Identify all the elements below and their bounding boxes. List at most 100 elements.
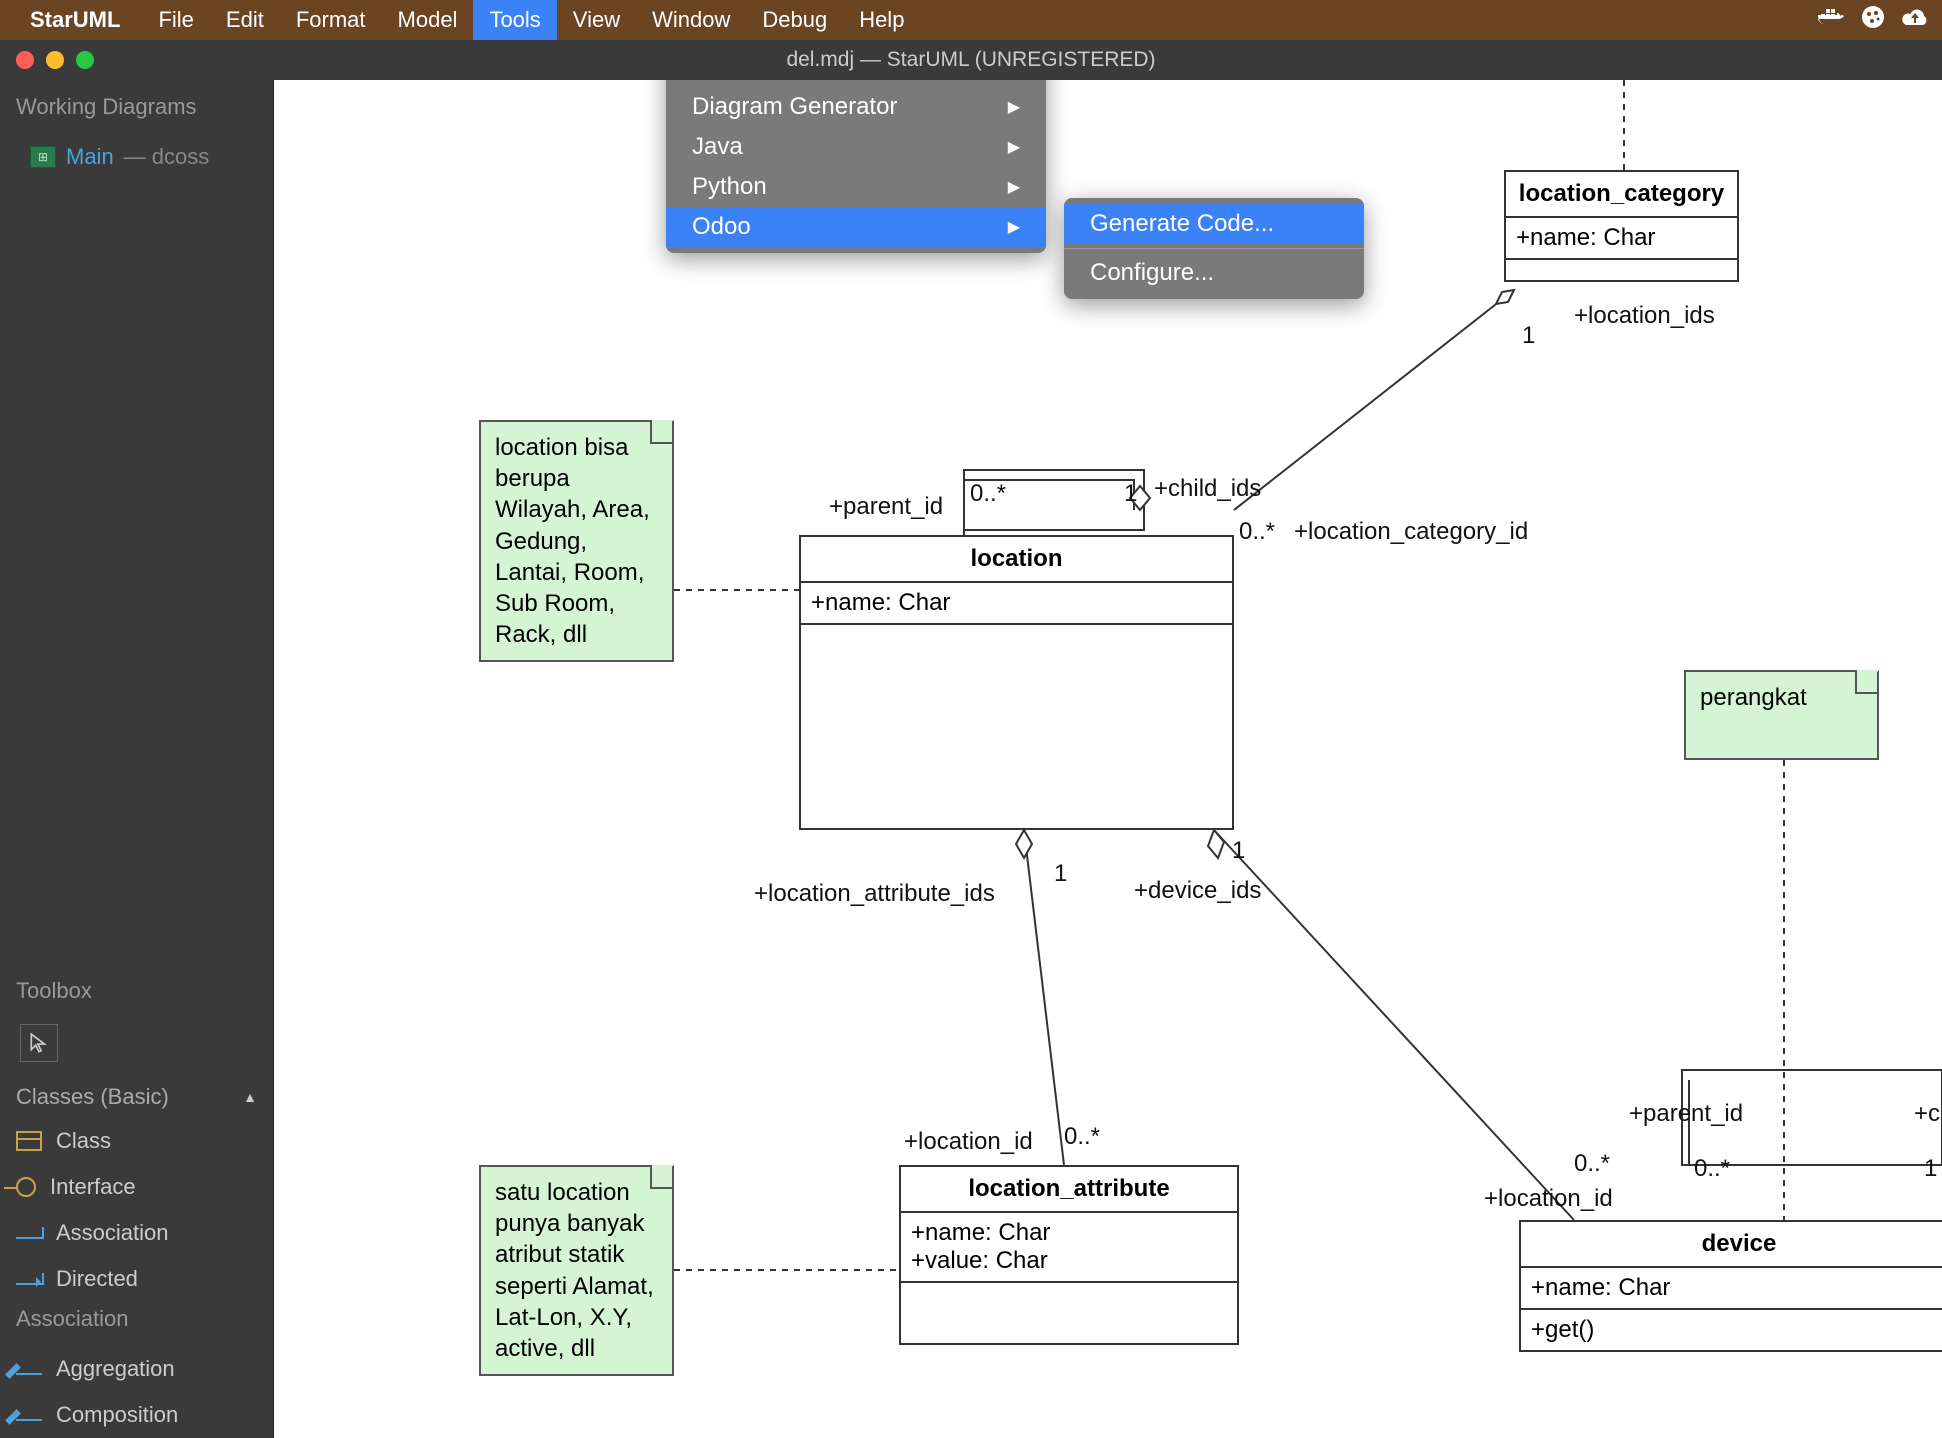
left-sidebar: Working Diagrams ⊞ Main — dcoss Toolbox … bbox=[0, 80, 274, 1438]
uml-note-perangkat[interactable]: perangkat bbox=[1684, 670, 1879, 760]
working-diagrams-header: Working Diagrams bbox=[0, 80, 273, 134]
assoc-mult: 1 bbox=[1124, 480, 1137, 508]
menu-generate-code[interactable]: Generate Code... bbox=[1064, 204, 1364, 244]
class-attr: +name: Char bbox=[911, 1219, 1227, 1247]
uml-class-location[interactable]: location +name: Char bbox=[799, 535, 1234, 830]
menu-label: Generate Code... bbox=[1090, 210, 1274, 238]
uml-class-device[interactable]: device +name: Char +get() bbox=[1519, 1220, 1942, 1352]
class-op: +get() bbox=[1531, 1316, 1942, 1344]
assoc-mult: 0..* bbox=[1694, 1155, 1730, 1183]
assoc-label-parent-id2: +parent_id bbox=[1629, 1100, 1743, 1128]
tool-composition[interactable]: Composition bbox=[0, 1392, 273, 1438]
assoc-label-loc-cat-id: +location_category_id bbox=[1294, 518, 1528, 546]
class-attr: +name: Char bbox=[811, 589, 1222, 617]
window-minimize-button[interactable] bbox=[46, 51, 64, 69]
window-zoom-button[interactable] bbox=[76, 51, 94, 69]
assoc-mult: 1 bbox=[1232, 837, 1245, 865]
menu-label: Extension Manager... bbox=[692, 80, 917, 81]
class-name: location_category bbox=[1506, 172, 1737, 218]
assoc-label-child-ids: +child_ids bbox=[1154, 475, 1261, 503]
menu-label: Configure... bbox=[1090, 259, 1214, 287]
tool-class[interactable]: Class bbox=[0, 1118, 273, 1164]
assoc-label-location-ids: +location_ids bbox=[1574, 302, 1715, 330]
tool-directed[interactable]: Directed bbox=[0, 1256, 273, 1302]
toolbox-select-tool[interactable] bbox=[20, 1024, 58, 1062]
assoc-mult: 1 bbox=[1924, 1155, 1937, 1183]
class-name: device bbox=[1521, 1222, 1942, 1268]
assoc-mult: 0..* bbox=[1574, 1150, 1610, 1178]
menu-separator bbox=[1064, 248, 1364, 249]
assoc-mult: 0..* bbox=[970, 480, 1006, 508]
assoc-mult: 0..* bbox=[1239, 518, 1275, 546]
assoc-mult: 0..* bbox=[1064, 1123, 1100, 1151]
class-attr: +name: Char bbox=[1531, 1274, 1942, 1302]
assoc-label-c: +c bbox=[1914, 1100, 1940, 1128]
docker-icon[interactable] bbox=[1818, 6, 1846, 35]
menu-format[interactable]: Format bbox=[280, 0, 382, 40]
cookie-icon[interactable] bbox=[1860, 4, 1886, 37]
app-name[interactable]: StarUML bbox=[30, 7, 120, 33]
class-tool-icon bbox=[16, 1131, 42, 1151]
menu-python[interactable]: Python ▶ bbox=[666, 167, 1046, 207]
assoc-mult: 1 bbox=[1054, 860, 1067, 888]
tool-class-label: Class bbox=[56, 1128, 111, 1154]
uml-note-location-desc[interactable]: location bisa berupa Wilayah, Area, Gedu… bbox=[479, 420, 674, 662]
assoc-label-loc-attr-ids: +location_attribute_ids bbox=[754, 880, 995, 908]
interface-tool-icon bbox=[16, 1177, 36, 1197]
menu-window[interactable]: Window bbox=[636, 0, 746, 40]
assoc-label-parent-id: +parent_id bbox=[829, 493, 943, 521]
uml-note-location-attr-desc[interactable]: satu location punya banyak atribut stati… bbox=[479, 1165, 674, 1376]
uml-class-location-category[interactable]: location_category +name: Char bbox=[1504, 170, 1739, 282]
cloud-upload-icon[interactable] bbox=[1900, 6, 1930, 35]
submenu-arrow-icon: ▶ bbox=[1008, 97, 1020, 117]
aggregation-tool-icon bbox=[16, 1373, 42, 1375]
diagram-canvas[interactable]: location_category +name: Char location +… bbox=[274, 80, 1942, 1438]
menu-label: Diagram Generator bbox=[692, 93, 897, 121]
class-attr: +value: Char bbox=[911, 1247, 1227, 1275]
window-title: del.mdj — StarUML (UNREGISTERED) bbox=[0, 48, 1942, 72]
window-close-button[interactable] bbox=[16, 51, 34, 69]
tool-association[interactable]: Association bbox=[0, 1210, 273, 1256]
tool-directed-label: Directed bbox=[56, 1266, 138, 1292]
collapse-triangle-icon: ▲ bbox=[243, 1089, 257, 1105]
association-tool-icon bbox=[16, 1237, 42, 1239]
menu-model[interactable]: Model bbox=[382, 0, 474, 40]
tool-composition-label: Composition bbox=[56, 1402, 178, 1428]
note-text: location bisa berupa Wilayah, Area, Gedu… bbox=[495, 434, 650, 648]
menu-debug[interactable]: Debug bbox=[746, 0, 843, 40]
menu-java[interactable]: Java ▶ bbox=[666, 127, 1046, 167]
menu-label: Java bbox=[692, 133, 743, 161]
classes-basic-label: Classes (Basic) bbox=[16, 1084, 169, 1110]
menu-label: Odoo bbox=[692, 213, 751, 241]
tool-association-label: Association bbox=[56, 1220, 169, 1246]
menu-diagram-generator[interactable]: Diagram Generator ▶ bbox=[666, 87, 1046, 127]
tool-aggregation[interactable]: Aggregation bbox=[0, 1346, 273, 1392]
association-section-header: Association bbox=[0, 1302, 273, 1346]
classes-basic-section[interactable]: Classes (Basic) ▲ bbox=[0, 1076, 273, 1118]
directed-tool-icon bbox=[16, 1283, 42, 1285]
uml-class-location-attribute[interactable]: location_attribute +name: Char +value: C… bbox=[899, 1165, 1239, 1345]
menu-configure[interactable]: Configure... bbox=[1064, 253, 1364, 293]
tools-dropdown: Extension Manager... Diagram Generator ▶… bbox=[666, 80, 1046, 253]
tool-interface-label: Interface bbox=[50, 1174, 136, 1200]
assoc-label-location-id2: +location_id bbox=[1484, 1185, 1613, 1213]
diagram-item-main[interactable]: ⊞ Main — dcoss bbox=[0, 134, 273, 180]
class-name: location_attribute bbox=[901, 1167, 1237, 1213]
note-text: satu location punya banyak atribut stati… bbox=[495, 1179, 654, 1362]
menu-edit[interactable]: Edit bbox=[210, 0, 280, 40]
macos-menubar: StarUML File Edit Format Model Tools Vie… bbox=[0, 0, 1942, 40]
assoc-label-device-ids: +device_ids bbox=[1134, 877, 1261, 905]
menu-extension-manager[interactable]: Extension Manager... bbox=[666, 80, 1046, 87]
menu-odoo[interactable]: Odoo ▶ bbox=[666, 207, 1046, 247]
menu-view[interactable]: View bbox=[557, 0, 636, 40]
menu-help[interactable]: Help bbox=[843, 0, 920, 40]
class-name: location bbox=[801, 537, 1232, 583]
menu-label: Python bbox=[692, 173, 767, 201]
menu-tools[interactable]: Tools bbox=[473, 0, 556, 40]
submenu-arrow-icon: ▶ bbox=[1008, 177, 1020, 197]
assoc-label-location-id: +location_id bbox=[904, 1128, 1033, 1156]
assoc-mult: 1 bbox=[1522, 322, 1535, 350]
note-text: perangkat bbox=[1700, 684, 1807, 711]
tool-interface[interactable]: Interface bbox=[0, 1164, 273, 1210]
menu-file[interactable]: File bbox=[142, 0, 209, 40]
